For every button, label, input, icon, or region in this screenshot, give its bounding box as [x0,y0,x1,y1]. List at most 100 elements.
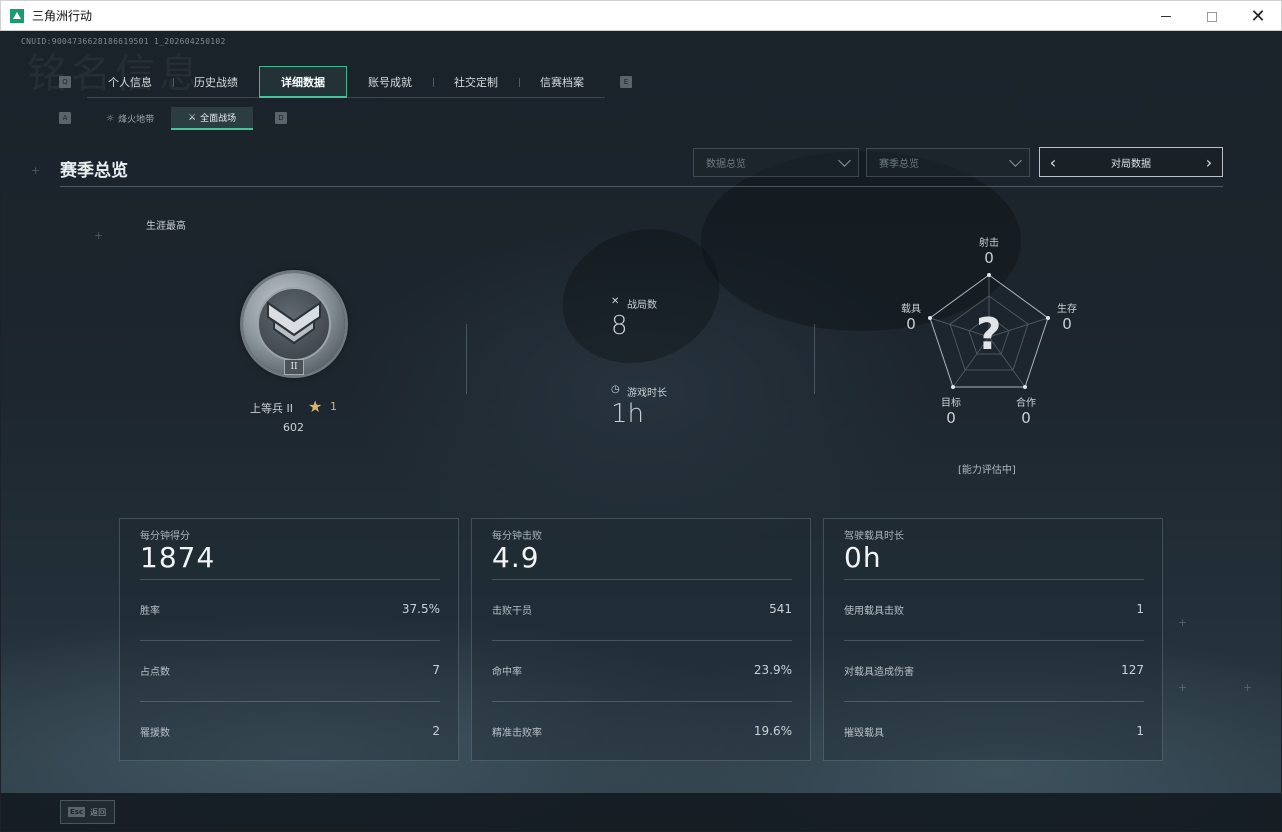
radar-value-shooting: 0 [984,249,994,267]
card-value: 0h [844,541,882,574]
card-divider [844,579,1144,580]
matches-label: 战局数 [627,300,657,311]
main-tabs: 个人信息 历史战绩 详细数据 账号成就 社交定制 信赛档案 [87,66,605,98]
card-divider [140,640,440,641]
rank-star-count: 1 [330,400,337,413]
card-title: 每分钟得分 [140,531,190,542]
chevron-right-icon[interactable]: › [1204,153,1214,172]
crossed-swords-icon: ✕ [611,296,620,307]
rank-points: 602 [283,421,304,434]
battlefield-icon: ⚔ [188,112,197,123]
mode-tabs: ☼ 烽火地带 ⚔ 全面战场 [89,107,254,130]
back-button[interactable]: Esc 返回 [60,800,115,824]
card-row: 命中率 23.9% [492,660,792,680]
radar-label-shooting: 射击 [979,238,999,249]
close-icon[interactable]: ✕ [1235,1,1281,32]
row-label: 胜率 [140,605,160,617]
row-value: 541 [769,602,792,616]
playtime-value: 1h [611,399,645,429]
row-value: 1 [1136,602,1144,616]
career-best-label: 生涯最高 [146,221,186,232]
clock-icon: ◷ [611,384,620,395]
row-label: 击败干员 [492,605,532,617]
subnav-next-key[interactable]: D [275,112,287,124]
section-divider [814,324,815,394]
playtime-label: 游戏时长 [627,388,667,399]
minimize-icon[interactable] [1143,1,1189,32]
stat-card-score: 每分钟得分 1874 胜率 37.5% 占点数 7 罹援数 2 [119,518,459,761]
row-label: 精准击败率 [492,727,542,739]
chevron-left-icon[interactable]: ‹ [1048,153,1058,172]
card-row: 精准击败率 19.6% [492,721,792,741]
row-value: 7 [432,663,440,677]
back-label: 返回 [90,807,107,817]
rank-name: 上等兵 II [250,402,293,415]
card-row: 占点数 7 [140,660,440,680]
unknown-rating-icon: ? [976,309,1002,360]
decor-cross-icon: + [94,229,104,242]
app-logo-icon [10,8,24,23]
radar-label-vehicle: 载具 [901,304,921,315]
card-title: 每分钟击败 [492,531,542,542]
tab-battlefield-label: 全面战场 [200,114,237,124]
star-icon: ★ [308,397,323,416]
flame-zone-icon: ☼ [106,113,115,124]
game-screen: 铭名信息 CNUID:9004736628186619501 1_2026042… [1,31,1281,831]
radar-value-survival: 0 [1062,315,1072,333]
stat-card-kills: 每分钟击败 4.9 击败干员 541 命中率 23.9% 精准击败率 19.6% [471,518,811,761]
radar-value-objective: 0 [946,409,956,427]
card-divider [492,640,792,641]
card-divider [844,701,1144,702]
tab-flame-zone-label: 烽火地带 [118,115,155,125]
nav-next-key[interactable]: E [620,76,632,88]
rank-tier-roman: II [284,359,304,375]
radar-label-teamwork: 合作 [1016,398,1036,409]
ability-status: [能力评估中] [958,465,1016,476]
tab-flame-zone[interactable]: ☼ 烽火地带 [89,107,171,130]
header-divider [60,186,1223,187]
season-dropdown[interactable]: 赛季总览 [866,148,1030,177]
data-type-dropdown[interactable]: 数据总览 [693,148,859,177]
radar-label-objective: 目标 [941,398,961,409]
card-value: 4.9 [492,541,540,574]
card-value: 1874 [140,541,216,574]
tab-battlefield[interactable]: ⚔ 全面战场 [171,107,254,130]
tab-social[interactable]: 社交定制 [433,66,519,98]
card-row: 击败干员 541 [492,599,792,619]
row-value: 23.9% [753,663,792,677]
card-divider [492,701,792,702]
window-title: 三角洲行动 [32,9,93,23]
decor-cross-icon: + [1243,681,1253,694]
bottom-bar: Esc 返回 [1,793,1281,831]
stat-card-vehicle: 驾驶载具时长 0h 使用载具击败 1 对载具造成伤害 127 摧毁载具 1 [823,518,1163,761]
decor-cross-icon: + [1178,681,1188,694]
rank-badge-icon: II [243,273,345,375]
radar-value-teamwork: 0 [1021,409,1031,427]
tab-detailed-data[interactable]: 详细数据 [259,66,347,98]
row-label: 使用载具击败 [844,605,904,617]
subnav-prev-key[interactable]: A [59,112,71,124]
decor-cross-icon: + [1178,616,1188,629]
tab-achievements[interactable]: 账号成就 [347,66,433,98]
data-type-dropdown-value: 数据总览 [706,159,746,170]
card-row: 罹援数 2 [140,721,440,741]
row-label: 占点数 [140,666,170,678]
section-divider [466,324,467,394]
row-label: 对载具造成伤害 [844,666,914,678]
tab-profile-archive[interactable]: 信赛档案 [519,66,605,98]
decor-cross-icon: + [31,164,41,177]
window-controls: ✕ [1143,1,1281,32]
row-label: 摧毁载具 [844,727,884,739]
row-value: 19.6% [753,724,792,738]
tab-history[interactable]: 历史战绩 [173,66,259,98]
esc-key-icon: Esc [68,807,86,817]
row-label: 命中率 [492,666,522,678]
nav-prev-key[interactable]: Q [59,76,71,88]
card-divider [140,701,440,702]
tab-personal-info[interactable]: 个人信息 [87,66,173,98]
maximize-icon[interactable] [1189,1,1235,32]
card-divider [844,640,1144,641]
row-value: 1 [1136,724,1144,738]
card-row: 对载具造成伤害 127 [844,660,1144,680]
card-title: 驾驶载具时长 [844,531,904,542]
